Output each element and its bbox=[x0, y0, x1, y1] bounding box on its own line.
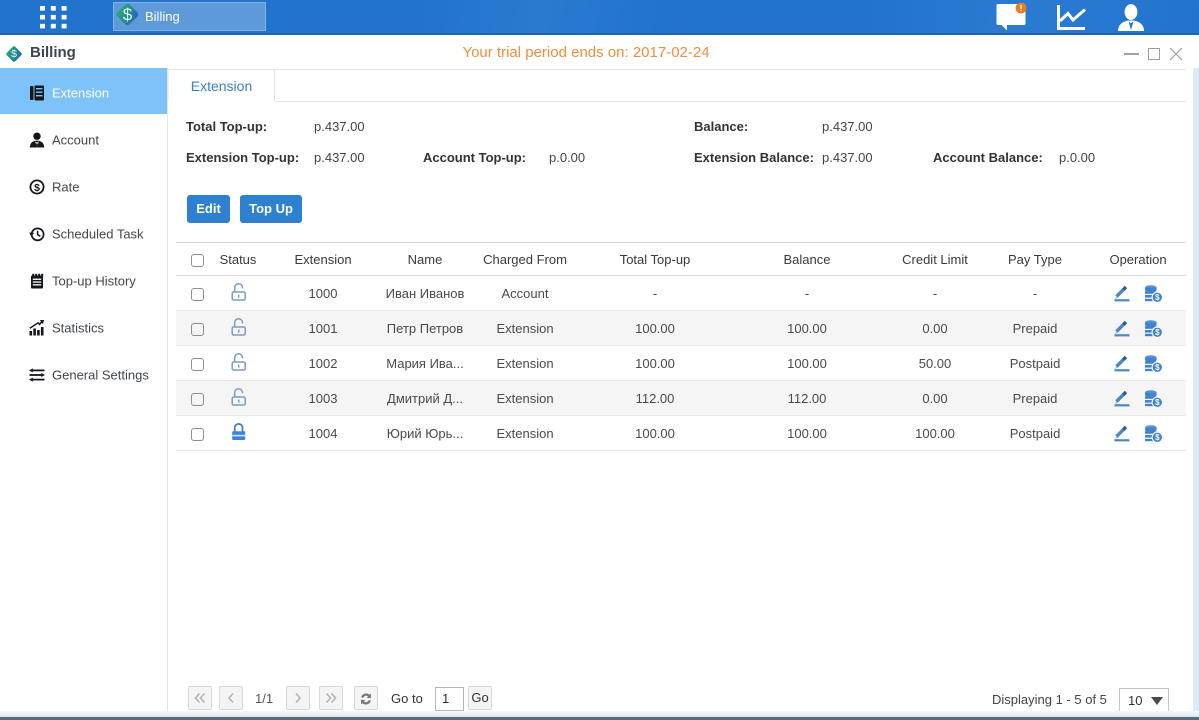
svg-text:$: $ bbox=[34, 181, 40, 193]
svg-text:!: ! bbox=[1020, 3, 1023, 13]
